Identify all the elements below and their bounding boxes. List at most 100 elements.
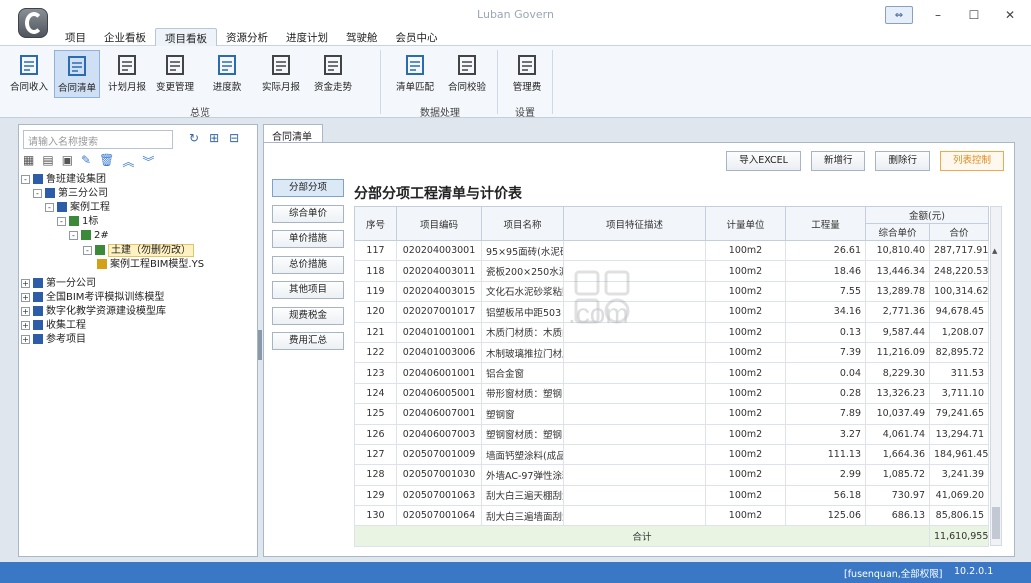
table-cell[interactable]: 文化石水泥砂浆粘贴 <box>481 280 564 303</box>
table-cell[interactable]: 100m2 <box>705 443 786 466</box>
table-cell[interactable]: 124 <box>354 382 397 405</box>
section-nav-button[interactable]: 费用汇总 <box>272 332 344 350</box>
table-row[interactable]: 120 020207001017 铝塑板吊中距503 100m2 34.16 2,771.… <box>354 301 990 323</box>
col-header-unit-price[interactable]: 综合单价 <box>865 223 930 241</box>
scroll-up-icon[interactable]: ▲ <box>992 247 997 255</box>
move-down-icon[interactable]: ︾ <box>142 153 154 170</box>
ribbon-button[interactable]: 变更管理 <box>152 50 198 98</box>
table-cell[interactable]: 塑钢窗材质：塑钢 <box>481 423 564 445</box>
table-cell[interactable] <box>563 464 706 486</box>
table-cell[interactable]: 13,326.23 <box>865 382 930 405</box>
minimize-icon[interactable]: – <box>927 6 949 24</box>
ribbon-button[interactable]: 进度款 <box>204 50 250 98</box>
new-file-icon[interactable]: ▣ <box>62 153 73 170</box>
tree-expander-icon[interactable]: + <box>21 320 30 330</box>
col-header-total-price[interactable]: 合价 <box>928 223 990 241</box>
delete-icon[interactable]: 🗑 <box>99 153 114 170</box>
table-cell[interactable]: 铝合金窗 <box>481 362 564 384</box>
table-cell[interactable]: 3.27 <box>785 423 866 445</box>
table-row[interactable]: 124 020406005001 带形窗材质：塑钢 100m2 0.28 13,326.2… <box>354 382 990 405</box>
col-header-description[interactable]: 项目特征描述 <box>563 206 706 241</box>
table-cell[interactable] <box>563 505 706 527</box>
table-cell[interactable]: 020401001001 <box>396 321 482 343</box>
table-cell[interactable]: 56.18 <box>785 484 866 507</box>
tree-node[interactable]: + 数字化教学资源建设模型库 <box>21 305 166 319</box>
table-cell[interactable] <box>563 423 706 445</box>
table-cell[interactable]: 126 <box>354 423 397 445</box>
swap-icon[interactable]: ⇔ <box>885 6 913 24</box>
table-cell[interactable]: 82,895.72 <box>928 341 990 364</box>
tree-expander-icon[interactable]: - <box>83 245 92 255</box>
ribbon-button[interactable]: 资金走势 <box>310 50 356 98</box>
table-cell[interactable]: 100m2 <box>705 260 786 282</box>
table-row[interactable]: 123 020406001001 铝合金窗 100m2 0.04 8,229.30 311.… <box>354 362 990 384</box>
table-cell[interactable]: 128 <box>354 464 397 486</box>
tree-expander-icon[interactable]: + <box>21 306 30 316</box>
import-excel-button[interactable]: 导入EXCEL <box>726 151 801 171</box>
table-cell[interactable]: 1,085.72 <box>865 464 930 486</box>
table-cell[interactable]: 100m2 <box>705 239 786 262</box>
tree-node[interactable]: - 第三分公司 <box>33 187 108 201</box>
table-cell[interactable]: 3,241.39 <box>928 464 990 486</box>
tree-expander-icon[interactable]: + <box>21 292 30 302</box>
table-cell[interactable]: 130 <box>354 505 397 527</box>
table-cell[interactable] <box>563 403 706 425</box>
table-cell[interactable]: 18.46 <box>785 260 866 282</box>
table-cell[interactable]: 85,806.15 <box>928 505 990 527</box>
table-cell[interactable]: 2,771.36 <box>865 301 930 323</box>
ribbon-button[interactable]: 管理费 <box>504 50 550 98</box>
tree-node[interactable]: + 参考项目 <box>21 333 86 347</box>
table-cell[interactable]: 瓷板200×250水泥砂 <box>481 260 564 282</box>
maximize-icon[interactable]: ☐ <box>963 6 985 24</box>
tree-node[interactable]: - 2# <box>69 229 109 243</box>
table-cell[interactable]: 100m2 <box>705 280 786 303</box>
new-project-icon[interactable]: ▤ <box>42 153 53 170</box>
table-cell[interactable]: 020204003001 <box>396 239 482 262</box>
tab-contract-list[interactable]: 合同清单 <box>263 124 323 143</box>
table-cell[interactable]: 94,678.45 <box>928 301 990 323</box>
table-cell[interactable]: 刮大白三遍墙面刮大 <box>481 505 564 527</box>
table-scrollbar[interactable]: ▲ <box>990 206 1002 546</box>
table-cell[interactable]: 100m2 <box>705 423 786 445</box>
refresh-icon[interactable]: ↻ <box>189 131 199 145</box>
table-row[interactable]: 128 020507001030 外墙AC-97弹性涂料 100m2 2.99 1,085… <box>354 464 990 486</box>
expand-all-icon[interactable]: ⊞ <box>209 131 219 145</box>
table-cell[interactable]: 184,961.45 <box>928 443 990 466</box>
tree-node[interactable]: + 全国BIM考评模拟训练模型 <box>21 291 164 305</box>
table-cell[interactable]: 2.99 <box>785 464 866 486</box>
tree-node[interactable]: + 收集工程 <box>21 319 86 333</box>
col-header-name[interactable]: 项目名称 <box>481 206 564 241</box>
table-cell[interactable]: 020406001001 <box>396 362 482 384</box>
menu-item[interactable]: 企业看板 <box>95 28 155 46</box>
table-cell[interactable]: 020401003006 <box>396 341 482 364</box>
menu-item[interactable]: 进度计划 <box>277 28 337 46</box>
table-cell[interactable]: 100m2 <box>705 362 786 384</box>
table-cell[interactable]: 7.39 <box>785 341 866 364</box>
table-cell[interactable]: 125.06 <box>785 505 866 527</box>
table-cell[interactable]: 13,289.78 <box>865 280 930 303</box>
ribbon-button[interactable]: 合同清单 <box>54 50 100 98</box>
table-cell[interactable]: 木制玻璃推拉门材质 <box>481 341 564 364</box>
ribbon-button[interactable]: 清单匹配 <box>392 50 438 98</box>
menu-item[interactable]: 会员中心 <box>387 28 447 46</box>
table-cell[interactable]: 木质门材质：木质门 <box>481 321 564 343</box>
table-cell[interactable]: 墙面钙塑涂料(成品) <box>481 443 564 466</box>
table-cell[interactable]: 10,037.49 <box>865 403 930 425</box>
table-cell[interactable]: 020204003011 <box>396 260 482 282</box>
table-cell[interactable] <box>563 382 706 405</box>
tree-node[interactable]: - 1标 <box>57 215 98 229</box>
table-cell[interactable]: 79,241.65 <box>928 403 990 425</box>
table-cell[interactable]: 020204003015 <box>396 280 482 303</box>
ribbon-button[interactable]: 合同校验 <box>444 50 490 98</box>
tree-expander-icon[interactable]: - <box>45 202 54 212</box>
table-cell[interactable]: 686.13 <box>865 505 930 527</box>
menu-item[interactable]: 项目 <box>56 28 95 46</box>
table-cell[interactable]: 121 <box>354 321 397 343</box>
table-cell[interactable]: 8,229.30 <box>865 362 930 384</box>
table-row[interactable]: 130 020507001064 刮大白三遍墙面刮大 100m2 125.06 686.1… <box>354 505 990 527</box>
table-cell[interactable]: 730.97 <box>865 484 930 507</box>
section-nav-button[interactable]: 规费税金 <box>272 306 344 325</box>
column-control-button[interactable]: 列表控制 <box>939 151 1004 171</box>
table-cell[interactable]: 248,220.53 <box>928 260 990 282</box>
table-cell[interactable]: 122 <box>354 341 397 364</box>
